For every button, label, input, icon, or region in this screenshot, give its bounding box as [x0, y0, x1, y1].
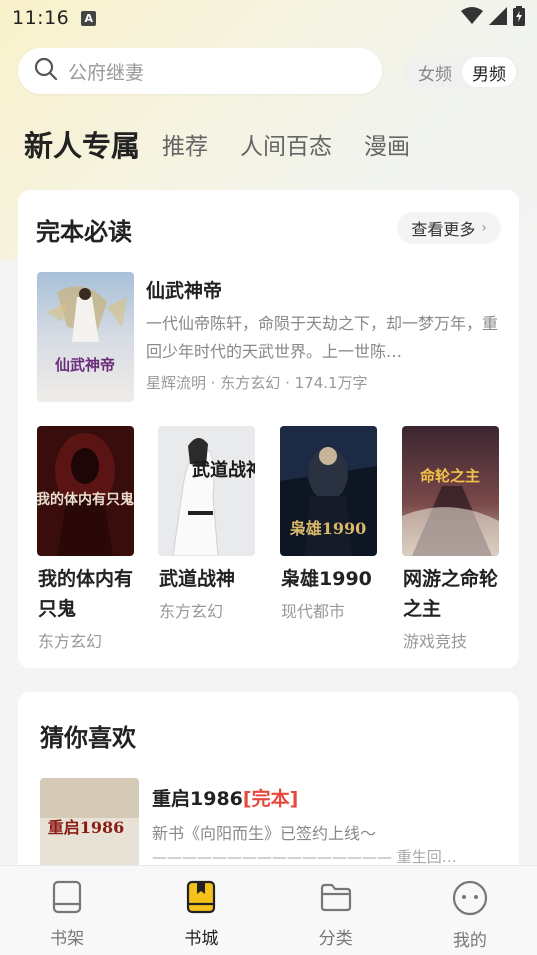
book-cover[interactable]: 我的体内有只鬼 — [37, 426, 134, 556]
book-cover[interactable]: 武道战神 — [158, 426, 255, 556]
notification-icon: A — [81, 10, 97, 26]
complete-books-section: 完本必读 查看更多 › 仙武神帝 仙武神帝 一代仙帝陈轩，命陨于天劫之下，却一梦… — [18, 190, 519, 668]
cover-title-text: 重启1986 — [48, 818, 125, 837]
book-cover[interactable]: 枭雄1990 — [280, 426, 377, 556]
completed-tag: [完本] — [242, 788, 299, 810]
nav-profile[interactable]: 我的 — [403, 866, 537, 955]
tab-newcomer[interactable]: 新人专属 — [24, 123, 140, 165]
search-icon — [34, 57, 58, 85]
book-category: 游戏竞技 — [403, 632, 468, 651]
category-tabs: 新人专属 推荐 人间百态 漫画 — [24, 120, 442, 168]
book-category: 现代都市 — [281, 602, 346, 621]
bottom-navigation: 书架 书城 分类 我的 — [0, 865, 537, 955]
tab-life[interactable]: 人间百态 — [240, 127, 332, 161]
bookshelf-icon — [51, 880, 83, 918]
book-title: 武道战神 — [159, 568, 236, 590]
recommend-book-description: 新书《向阳而生》已签约上线～ — [152, 824, 377, 843]
featured-book-title[interactable]: 仙武神帝 — [146, 276, 222, 303]
female-channel-option[interactable]: 女频 — [408, 57, 462, 87]
featured-book-description: 一代仙帝陈轩，命陨于天劫之下，却一梦万年，重回少年时代的天武世界。上一世陈… — [146, 314, 499, 361]
signal-icon — [489, 6, 507, 30]
recommend-book-excerpt: ———————————————— 重生回… — [152, 848, 457, 866]
guess-you-like-section: 猜你喜欢 重启1986 重启1986[完本] 新书《向阳而生》已签约上线～ ——… — [18, 692, 519, 892]
cover-title-text: 我的体内有只鬼 — [37, 491, 134, 508]
frequency-toggle[interactable]: 女频 男频 — [405, 54, 519, 90]
cover-title-text: 命轮之主 — [419, 467, 480, 485]
tab-comics[interactable]: 漫画 — [364, 127, 410, 161]
nav-bookstore[interactable]: 书城 — [134, 866, 268, 955]
chevron-right-icon: › — [481, 220, 487, 236]
nav-bookshelf-label: 书架 — [50, 929, 85, 949]
book-title: 枭雄1990 — [281, 568, 372, 590]
recommend-book-title-line[interactable]: 重启1986[完本] — [152, 784, 298, 811]
nav-bookstore-label: 书城 — [184, 929, 219, 949]
cover-title-text: 枭雄1990 — [289, 519, 367, 538]
nav-category[interactable]: 分类 — [269, 866, 403, 955]
nav-category-label: 分类 — [318, 929, 353, 949]
featured-book-meta: 星辉流明 · 东方玄幻 · 174.1万字 — [146, 374, 368, 392]
see-more-button[interactable]: 查看更多 › — [397, 212, 501, 244]
search-placeholder: 公府继妻 — [68, 61, 145, 84]
tab-recommend[interactable]: 推荐 — [162, 127, 208, 161]
cover-title-text: 武道战神 — [192, 459, 255, 481]
featured-cover-title: 仙武神帝 — [55, 356, 115, 374]
status-bar: 11:16 A — [0, 0, 537, 36]
nav-profile-label: 我的 — [452, 931, 487, 951]
male-channel-option[interactable]: 男频 — [462, 57, 516, 87]
search-input[interactable]: 公府继妻 — [18, 48, 382, 94]
nav-bookshelf[interactable]: 书架 — [0, 866, 134, 955]
book-title: 网游之命轮之主 — [403, 568, 499, 620]
section-title: 完本必读 — [36, 218, 132, 246]
profile-icon — [452, 880, 488, 920]
bookstore-icon — [185, 880, 217, 918]
book-cover[interactable]: 命轮之主 — [402, 426, 499, 556]
section-title: 猜你喜欢 — [40, 724, 136, 752]
featured-book-cover[interactable]: 仙武神帝 — [37, 272, 134, 402]
see-more-label: 查看更多 — [411, 220, 476, 239]
folder-icon — [319, 880, 353, 918]
battery-icon — [513, 5, 525, 31]
book-title: 我的体内有只鬼 — [38, 568, 134, 620]
book-category: 东方玄幻 — [38, 632, 103, 651]
recommend-book-title: 重启1986 — [152, 788, 243, 810]
book-category: 东方玄幻 — [159, 602, 224, 621]
wifi-icon — [461, 6, 483, 30]
status-time: 11:16 — [12, 7, 70, 29]
